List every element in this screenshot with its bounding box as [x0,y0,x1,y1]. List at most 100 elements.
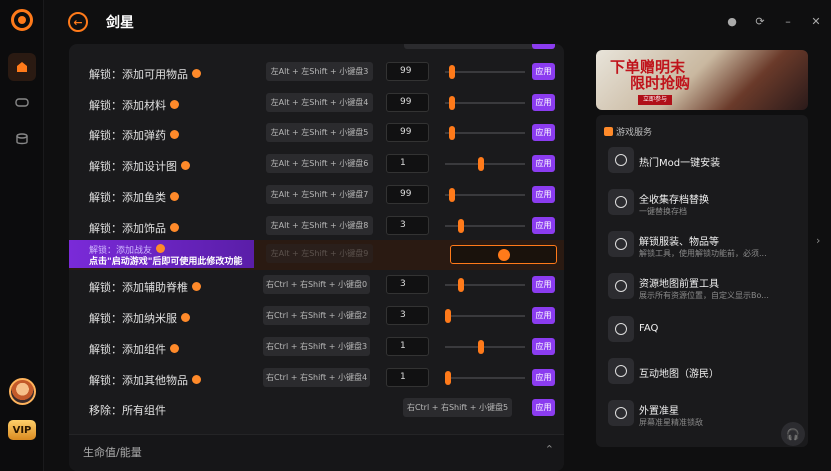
service-item[interactable]: 资源地图前置工具 展示所有资源位置，自定义显示Bo... [608,273,803,309]
info-icon [192,69,201,78]
quantity-input[interactable]: 3 [386,275,429,294]
service-name: 热门Mod一键安装 [639,158,721,169]
quantity-slider[interactable] [445,65,525,79]
service-desc: 展示所有资源位置，自定义显示Bo... [639,291,769,300]
lock-icon [498,249,510,261]
storage-icon[interactable] [8,125,36,153]
refresh-icon[interactable]: ⟳ [753,14,767,28]
hotkey-field[interactable]: 左Alt + 左Shift + 小键盘4 [266,93,373,112]
hotkey-field[interactable]: 左Alt + 左Shift + 小键盘5 [266,123,373,142]
quantity-input[interactable]: 3 [386,216,429,235]
quantity-slider[interactable] [445,188,525,202]
service-item[interactable]: 互动地图（游民） [608,358,803,394]
headset-icon[interactable]: 🎧 [781,422,805,446]
back-button[interactable]: ← [68,12,88,32]
slider-knob[interactable] [448,188,455,202]
service-item[interactable]: 全收集存档替换 一键替换存档 [608,189,803,225]
hotkey-field[interactable]: 右Ctrl + 右Shift + 小键盘4 [263,368,370,387]
quantity-input[interactable]: 1 [386,337,429,356]
avatar[interactable] [9,378,36,405]
apply-button[interactable]: 应用 [532,63,555,80]
section-header[interactable]: 生命值/能量 ⌃ [69,434,564,471]
quantity-input[interactable]: 99 [386,62,429,81]
row-label: 解锁：添加纳米服 [89,310,190,326]
vip-badge[interactable]: VIP [8,420,36,440]
app-logo-icon[interactable] [11,9,33,31]
service-item[interactable]: 外置准星 屏幕准星精准锁敌 [608,400,803,436]
service-item[interactable]: 解锁服装、物品等 解锁工具，使用解锁功能前，必须... [608,231,803,267]
quantity-input[interactable]: 99 [386,185,429,204]
quantity-slider[interactable] [445,157,525,171]
start-game-banner[interactable]: 解锁：添加战友 点击"启动游戏"后即可使用此修改功能 [69,240,254,268]
cube-icon [604,127,613,136]
hotkey-field[interactable]: 左Alt + 左Shift + 小键盘6 [266,154,373,173]
slider-knob[interactable] [448,126,455,140]
quantity-slider[interactable] [445,219,525,233]
service-icon [608,231,634,257]
apply-button[interactable]: 应用 [532,338,555,355]
hotkey-field[interactable]: 左Alt + 左Shift + 小键盘3 [266,62,373,81]
apply-button[interactable]: 应用 [532,307,555,324]
slider-knob[interactable] [458,278,465,292]
hotkey-field[interactable]: 右Ctrl + 右Shift + 小键盘2 [263,306,370,325]
slider-knob[interactable] [478,340,485,354]
promo-cta: 立即参与 [638,95,672,105]
service-name: 资源地图前置工具 [639,279,719,290]
quantity-slider[interactable] [445,340,525,354]
chevron-right-icon[interactable]: › [816,234,830,258]
row-label: 解锁：添加鱼类 [89,189,179,205]
service-name: 互动地图（游民） [639,369,719,380]
quantity-slider[interactable] [445,96,525,110]
locked-row: 解锁：添加战友 点击"启动游戏"后即可使用此修改功能 左Alt + 左Shift… [69,240,564,270]
quantity-input[interactable]: 99 [386,93,429,112]
slider-knob[interactable] [445,371,451,385]
gamepad-icon[interactable] [8,88,36,116]
slider-knob[interactable] [458,219,465,233]
service-icon [608,316,634,342]
quantity-input[interactable]: 1 [386,154,429,173]
home-icon[interactable] [8,53,36,81]
apply-button[interactable]: 应用 [532,276,555,293]
apply-button[interactable]: 应用 [532,155,555,172]
quantity-input[interactable]: 1 [386,368,429,387]
hotkey-field[interactable]: 左Alt + 左Shift + 小键盘7 [266,185,373,204]
hotkey-field[interactable]: 左Alt + 左Shift + 小键盘8 [266,216,373,235]
quantity-slider[interactable] [445,309,525,323]
game-services-panel: 游戏服务 热门Mod一键安装 全收集存档替换 一键替换存档 解锁服装、物品等 解锁工具，… [596,115,808,447]
hotkey-field[interactable]: 右Ctrl + 右Shift + 小键盘0 [263,275,370,294]
slider-knob[interactable] [445,309,451,323]
hotkey-field[interactable]: 右Ctrl + 右Shift + 小键盘5 [403,398,512,417]
quantity-input[interactable]: 3 [386,306,429,325]
page-title: 剑星 [106,15,134,31]
apply-button[interactable]: 应用 [532,399,555,416]
info-icon [181,161,190,170]
quantity-input[interactable]: 99 [386,123,429,142]
chevron-up-icon: ⌃ [544,443,554,456]
service-icon [608,400,634,426]
apply-button[interactable]: 应用 [532,186,555,203]
profile-icon[interactable]: ● [725,14,739,28]
apply-button[interactable]: 应用 [532,124,555,141]
apply-button[interactable]: 应用 [532,217,555,234]
apply-button[interactable] [532,44,555,49]
slider-knob[interactable] [448,96,455,110]
slider-knob[interactable] [448,65,455,79]
close-icon[interactable]: ✕ [809,14,823,28]
minimize-icon[interactable]: – [781,14,795,28]
hotkey-field[interactable]: 右Ctrl + 右Shift + 小键盘3 [263,337,370,356]
quantity-slider[interactable] [445,371,525,385]
apply-button[interactable]: 应用 [532,94,555,111]
slider-knob[interactable] [478,157,485,171]
service-item[interactable]: 热门Mod一键安装 [608,147,803,183]
table-row: 解锁：添加其他物品 右Ctrl + 右Shift + 小键盘4 1 应用 [69,364,564,395]
info-icon [192,282,201,291]
service-desc: 屏幕准星精准锁敌 [639,418,703,427]
promo-banner[interactable]: 下单赠明末 限时抢购 立即参与 [596,50,808,110]
quantity-slider[interactable] [445,278,525,292]
table-row: 解锁：添加饰品 左Alt + 左Shift + 小键盘8 3 应用 [69,212,564,243]
row-label: 解锁：添加弹药 [89,127,179,143]
service-item[interactable]: FAQ [608,316,803,352]
window-controls: ● ⟳ – ✕ [725,14,823,28]
apply-button[interactable]: 应用 [532,369,555,386]
quantity-slider[interactable] [445,126,525,140]
